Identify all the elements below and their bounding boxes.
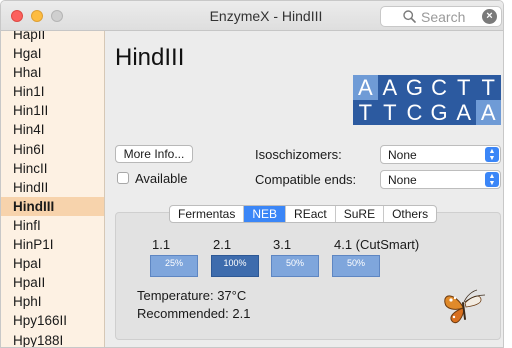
- buffer-2: 2.1 100%: [211, 237, 259, 277]
- isoschizomers-select[interactable]: None ▲ ▼: [380, 145, 501, 164]
- tab-neb[interactable]: NEB: [244, 206, 287, 222]
- buffer-3: 3.1 50%: [271, 237, 319, 277]
- buffer-activity-bar: 50%: [271, 255, 319, 277]
- sidebar-item[interactable]: HphI: [1, 292, 104, 311]
- sidebar-item[interactable]: Hin1II: [1, 101, 104, 120]
- title-bar: EnzymeX - HindIII Search ×: [1, 1, 503, 31]
- sidebar-item[interactable]: HindIII: [1, 196, 104, 216]
- temperature-text: Temperature: 37°C: [137, 288, 247, 303]
- buffer-1: 1.1 25%: [150, 237, 198, 277]
- window-title: EnzymeX - HindIII: [209, 8, 323, 24]
- tab-sure[interactable]: SuRE: [336, 206, 385, 222]
- sequence-bottom-strand: TTCGAA: [353, 100, 501, 125]
- buffer-name: 3.1: [273, 237, 292, 252]
- sidebar-item[interactable]: Hin4I: [1, 120, 104, 139]
- sequence-base: T: [451, 75, 476, 100]
- sidebar-item[interactable]: HhaI: [1, 63, 104, 82]
- sidebar-item[interactable]: HinfI: [1, 216, 104, 235]
- butterfly-icon: [444, 289, 486, 324]
- recognition-sequence: AAGCTT TTCGAA: [353, 75, 501, 125]
- sequence-base: T: [377, 100, 403, 125]
- close-window-button[interactable]: [11, 10, 23, 22]
- sidebar-item[interactable]: HpaII: [1, 273, 104, 292]
- enzyme-list[interactable]: HapII HgaI HhaI Hin1I Hin1II Hin4I Hin6I HincII…: [1, 31, 105, 348]
- sidebar-item[interactable]: HpaI: [1, 254, 104, 273]
- sidebar-item[interactable]: Hpy166II: [1, 311, 104, 330]
- compatible-ends-value: None: [388, 173, 417, 187]
- sidebar-item[interactable]: HgaI: [1, 44, 104, 63]
- sequence-base: G: [402, 75, 427, 100]
- buffer-activity-bar: 100%: [211, 255, 259, 277]
- search-field[interactable]: Search ×: [380, 6, 502, 27]
- sequence-base: G: [426, 100, 452, 125]
- sidebar-item[interactable]: Hin1I: [1, 82, 104, 101]
- available-label: Available: [135, 171, 188, 186]
- app-window: EnzymeX - HindIII Search × HapII HgaI HhaI…: [0, 0, 504, 348]
- sequence-base: T: [475, 75, 501, 100]
- sequence-base: C: [402, 100, 427, 125]
- buffer-activity-bar: 25%: [150, 255, 198, 277]
- minimize-window-button[interactable]: [31, 10, 43, 22]
- sidebar-item[interactable]: HincII: [1, 159, 104, 178]
- tab-others[interactable]: Others: [384, 206, 436, 222]
- sequence-base: T: [353, 100, 378, 125]
- more-info-button[interactable]: More Info...: [115, 145, 193, 163]
- search-icon: [403, 10, 416, 23]
- compatible-ends-label: Compatible ends:: [255, 172, 357, 187]
- isoschizomers-value: None: [388, 148, 417, 162]
- isoschizomers-label: Isoschizomers:: [255, 147, 342, 162]
- sequence-base: A: [377, 75, 403, 100]
- tab-react[interactable]: REact: [286, 206, 336, 222]
- available-checkbox[interactable]: [117, 172, 129, 184]
- buffer-4: 4.1 (CutSmart) 50%: [332, 237, 420, 277]
- sequence-base: A: [451, 100, 476, 125]
- search-placeholder: Search: [421, 9, 466, 25]
- buffer-name: 1.1: [152, 237, 171, 252]
- supplier-tabs: Fermentas NEB REact SuRE Others: [169, 205, 438, 223]
- tab-fermentas[interactable]: Fermentas: [170, 206, 245, 222]
- sidebar-item[interactable]: HinP1I: [1, 235, 104, 254]
- sequence-base: C: [426, 75, 452, 100]
- buffer-activity-bar: 50%: [332, 255, 380, 277]
- chevron-updown-icon: ▲ ▼: [485, 172, 499, 187]
- zoom-window-button[interactable]: [51, 10, 63, 22]
- buffer-name: 4.1 (CutSmart): [334, 237, 420, 252]
- enzyme-name-heading: HindIII: [115, 44, 185, 71]
- buffer-name: 2.1: [213, 237, 232, 252]
- sidebar-item[interactable]: Hpy188I: [1, 331, 104, 348]
- sidebar-item[interactable]: HindII: [1, 178, 104, 197]
- sidebar-item[interactable]: HapII: [1, 31, 104, 44]
- compatible-ends-select[interactable]: None ▲ ▼: [380, 170, 501, 189]
- recommended-buffer-text: Recommended: 2.1: [137, 306, 251, 321]
- sequence-base: A: [353, 75, 378, 100]
- sequence-base: A: [475, 100, 501, 125]
- chevron-updown-icon: ▲ ▼: [485, 147, 499, 162]
- sidebar-item[interactable]: Hin6I: [1, 140, 104, 159]
- clear-icon[interactable]: ×: [482, 9, 497, 24]
- sequence-top-strand: AAGCTT: [353, 75, 501, 100]
